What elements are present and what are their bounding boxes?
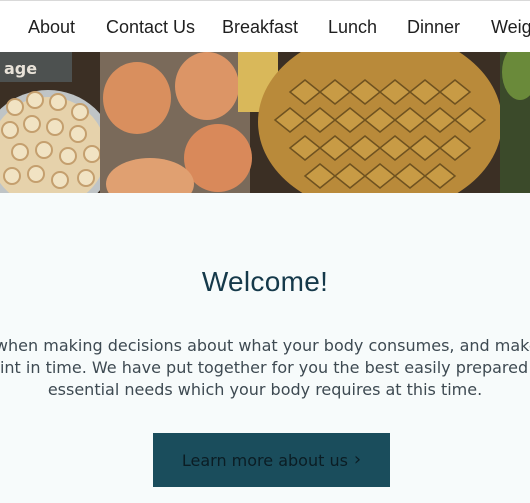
welcome-description-line: essential needs which your body requires… (47, 380, 483, 399)
nav-item-breakfast[interactable]: Breakfast (222, 16, 298, 38)
welcome-title: Welcome! (201, 266, 329, 297)
nav-item-weight[interactable]: Weig (491, 16, 530, 38)
nav-item-contact-us[interactable]: Contact Us (106, 16, 195, 38)
chevron-right-icon: › (353, 449, 362, 470)
nav-item-lunch[interactable]: Lunch (328, 16, 377, 38)
page: About Contact Us Breakfast Lunch Dinner … (0, 0, 530, 503)
welcome-description-line: point in time. We have put together for … (0, 358, 530, 377)
top-navigation: About Contact Us Breakfast Lunch Dinner … (0, 0, 530, 52)
nav-item-dinner[interactable]: Dinner (407, 16, 460, 38)
welcome-description: e when making decisions about what your … (0, 335, 530, 401)
hero-food-illustration: age (0, 52, 530, 193)
learn-more-button[interactable]: Learn more about us › (153, 433, 390, 487)
welcome-description-line: e when making decisions about what your … (0, 336, 530, 355)
package-label: age (4, 59, 37, 78)
hero-image: age (0, 52, 530, 193)
learn-more-label: Learn more about us (181, 450, 348, 470)
nav-item-about[interactable]: About (28, 16, 75, 38)
